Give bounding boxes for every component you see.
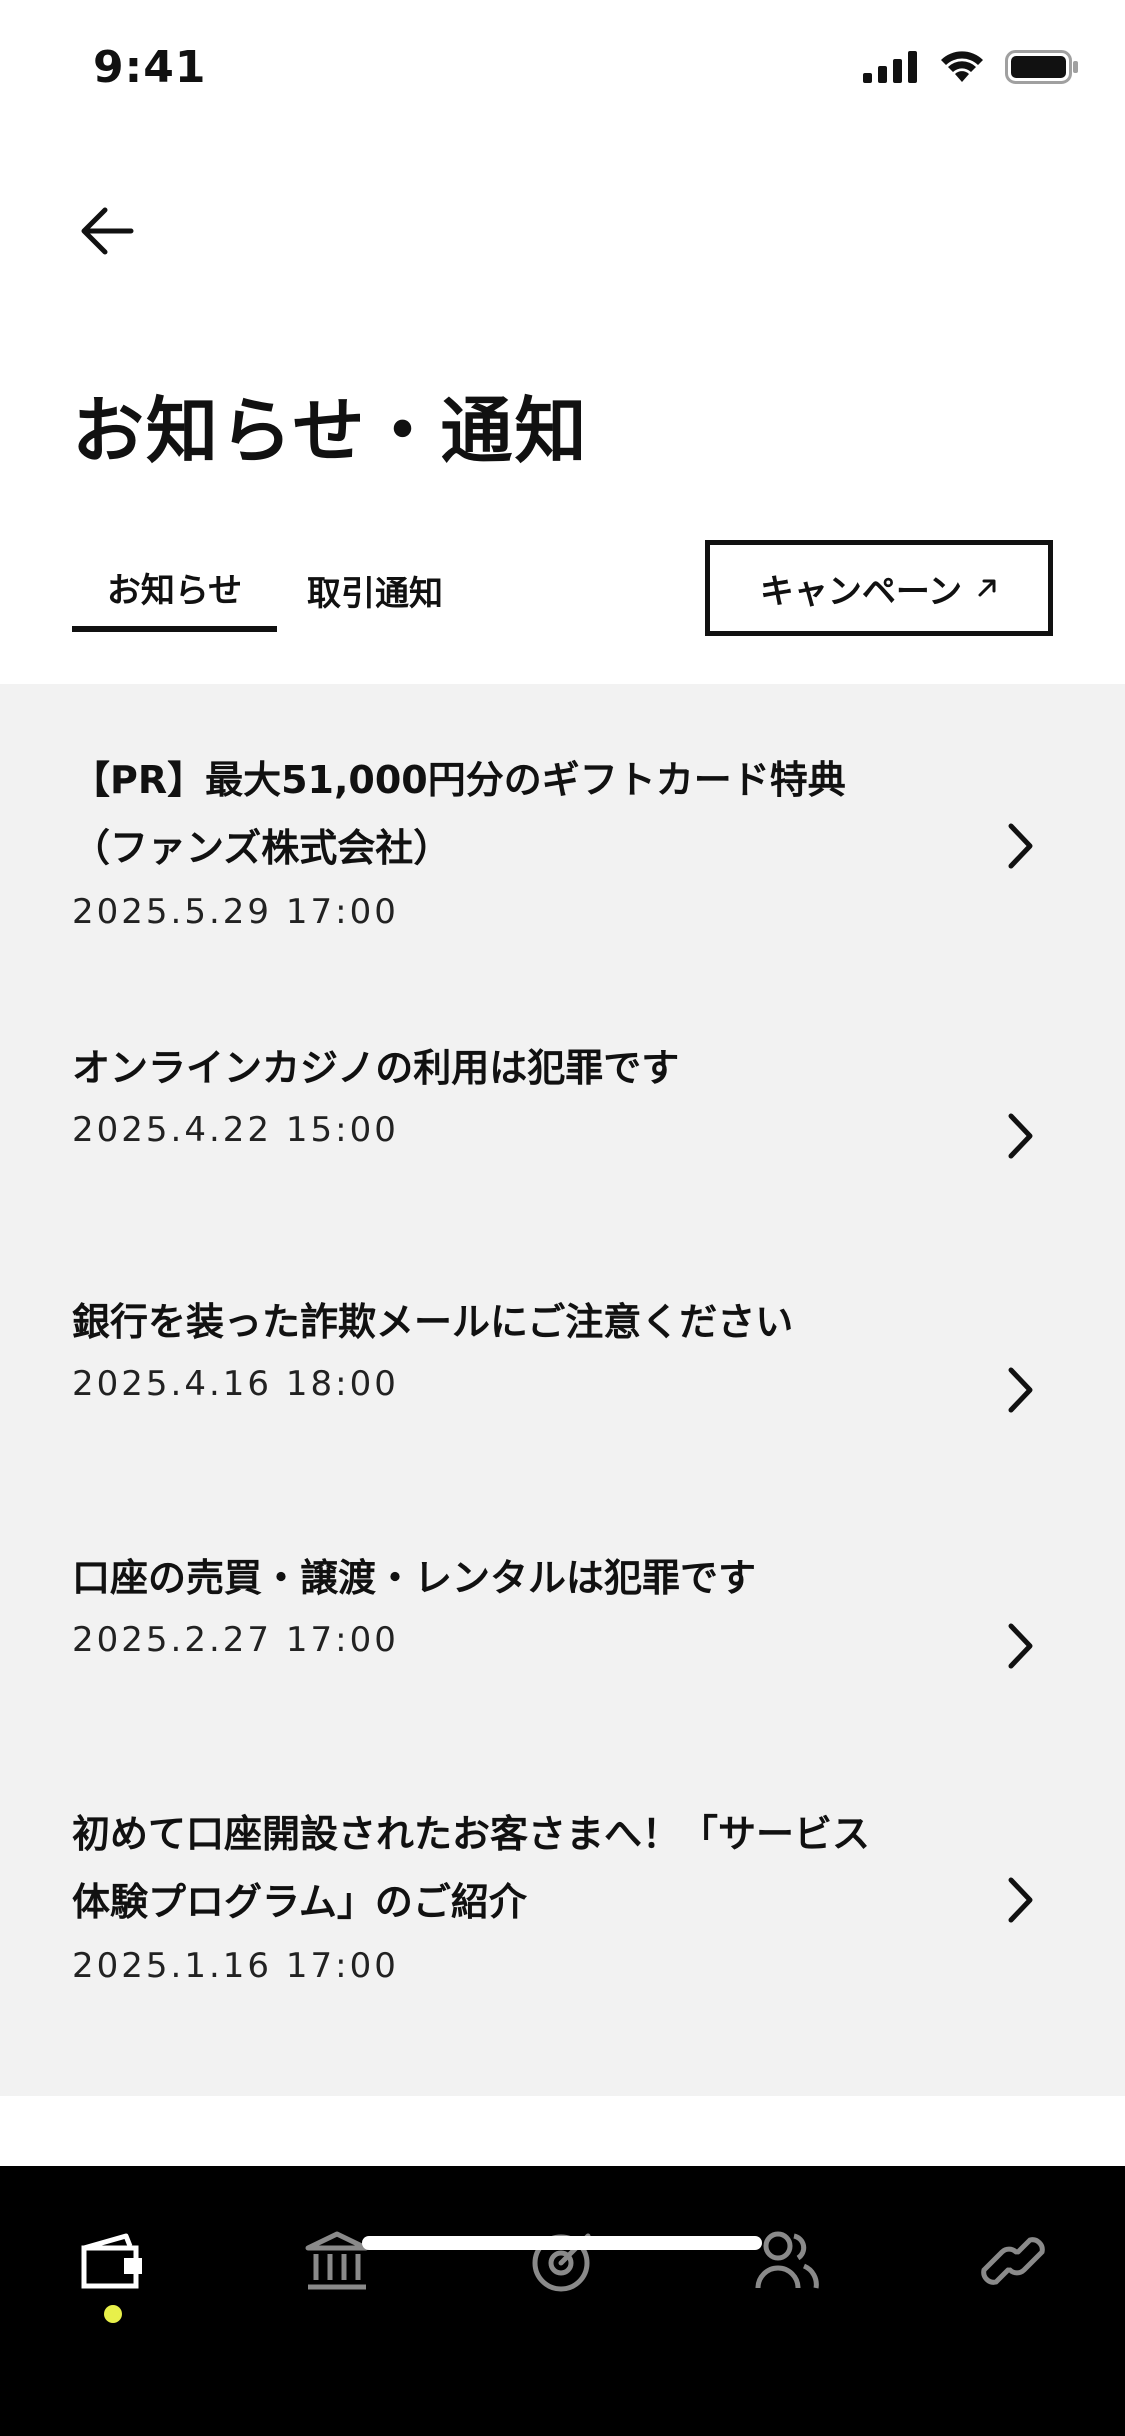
campaign-label: キャンペーン — [759, 571, 963, 612]
news-date: 2025.1.16 17:00 — [72, 1946, 399, 1986]
nav-wallet[interactable] — [58, 2206, 168, 2316]
nav-bank[interactable] — [282, 2206, 392, 2316]
chevron-right-icon — [998, 1360, 1042, 1420]
status-bar: 9:41 — [0, 0, 1125, 140]
bottom-navigation — [0, 2166, 1125, 2436]
wifi-icon — [941, 51, 983, 82]
status-time: 9:41 — [93, 42, 207, 93]
page-title: お知らせ・通知 — [72, 389, 589, 473]
bank-icon — [305, 2231, 369, 2290]
external-arrow-icon — [978, 579, 996, 597]
chevron-right-icon — [998, 1106, 1042, 1166]
chevron-right-icon — [998, 1616, 1042, 1676]
news-item[interactable]: 【PR】最大51,000円分のギフトカード特典 （ファンズ株式会社） 2025.… — [0, 684, 1125, 964]
chevron-right-icon — [998, 1870, 1042, 1930]
news-title: 口座の売買・譲渡・レンタルは犯罪です — [72, 1556, 757, 1600]
news-title: 銀行を装った詐欺メールにご注意ください — [72, 1300, 794, 1344]
people-icon — [755, 2231, 819, 2289]
news-item[interactable]: 銀行を装った詐欺メールにご注意ください 2025.4.16 18:00 — [0, 1224, 1125, 1480]
news-list: 【PR】最大51,000円分のギフトカード特典 （ファンズ株式会社） 2025.… — [0, 684, 1125, 2096]
status-icons — [863, 50, 1079, 84]
arrow-left-icon — [81, 207, 134, 255]
news-date: 2025.2.27 17:00 — [72, 1620, 399, 1660]
news-date: 2025.4.22 15:00 — [72, 1110, 399, 1150]
chevron-right-icon — [998, 816, 1042, 876]
news-date: 2025.5.29 17:00 — [72, 892, 399, 932]
battery-icon — [1005, 50, 1078, 84]
news-title: 初めて口座開設されたお客さまへ！「サービス 体験プログラム」のご紹介 — [72, 1812, 871, 1924]
news-item[interactable]: 初めて口座開設されたお客さまへ！「サービス 体験プログラム」のご紹介 2025.… — [0, 1736, 1125, 2096]
tab-transaction-notifications[interactable]: 取引通知 — [277, 548, 475, 632]
home-indicator — [362, 2236, 762, 2250]
news-item[interactable]: オンラインカジノの利用は犯罪です 2025.4.22 15:00 — [0, 964, 1125, 1224]
news-title: 【PR】最大51,000円分のギフトカード特典 （ファンズ株式会社） — [72, 758, 846, 870]
nav-link[interactable] — [958, 2206, 1068, 2316]
link-icon — [981, 2237, 1045, 2285]
nav-target[interactable] — [508, 2206, 618, 2316]
cellular-signal-icon — [863, 51, 917, 83]
active-indicator-dot — [104, 2305, 122, 2323]
tab-news[interactable]: お知らせ — [72, 548, 277, 632]
tab-bar: お知らせ 取引通知 — [72, 548, 475, 638]
nav-people[interactable] — [732, 2206, 842, 2316]
campaign-button[interactable]: キャンペーン — [705, 540, 1053, 636]
news-title: オンラインカジノの利用は犯罪です — [72, 1046, 680, 1090]
news-item[interactable]: 口座の売買・譲渡・レンタルは犯罪です 2025.2.27 17:00 — [0, 1480, 1125, 1736]
back-button[interactable] — [72, 196, 142, 266]
wallet-icon — [81, 2233, 142, 2289]
news-date: 2025.4.16 18:00 — [72, 1364, 399, 1404]
